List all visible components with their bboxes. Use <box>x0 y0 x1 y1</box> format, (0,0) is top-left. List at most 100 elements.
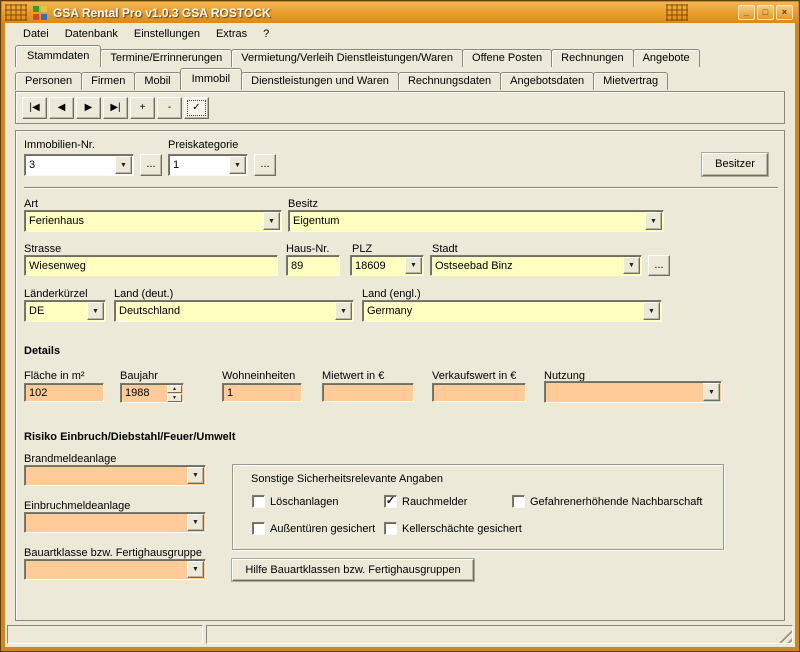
nav-insert-button[interactable]: + <box>130 97 155 119</box>
besitz-label: Besitz <box>288 198 318 210</box>
menu-datei[interactable]: Datei <box>15 25 57 43</box>
nav-prior-button[interactable]: ◀ <box>49 97 74 119</box>
separator-line <box>24 187 778 189</box>
tab-angebote[interactable]: Angebote <box>633 49 700 67</box>
einbruchmeldeanlage-combobox[interactable]: ▼ <box>24 512 206 533</box>
nutzung-combobox[interactable]: ▼ <box>544 381 722 403</box>
land-engl-label: Land (engl.) <box>362 288 421 300</box>
land-deut-combobox[interactable]: Deutschland ▼ <box>114 300 354 322</box>
app-icon[interactable] <box>32 5 48 21</box>
dropdown-arrow-icon[interactable]: ▼ <box>187 514 204 531</box>
dropdown-arrow-icon[interactable]: ▼ <box>115 156 132 174</box>
nav-delete-button[interactable]: - <box>157 97 182 119</box>
bauartklasse-combobox[interactable]: ▼ <box>24 559 206 580</box>
spin-down-icon[interactable]: ▼ <box>167 394 182 402</box>
dropdown-arrow-icon[interactable]: ▼ <box>335 302 352 320</box>
strasse-input[interactable] <box>24 255 278 276</box>
nav-last-button[interactable]: ▶| <box>103 97 128 119</box>
main-tab-bar: Stammdaten Termine/Errinnerungen Vermiet… <box>15 45 700 67</box>
land-engl-combobox[interactable]: Germany ▼ <box>362 300 662 322</box>
checkbox-gefahrenerhoehende-nachbarschaft[interactable]: Gefahrenerhöhende Nachbarschaft <box>512 495 702 508</box>
checkbox-aussentueren-gesichert[interactable]: Außentüren gesichert <box>252 522 375 535</box>
immobil-form: Immobilien-Nr. 3 ▼ ... Preiskategorie 1 … <box>15 130 785 621</box>
dropdown-arrow-icon[interactable]: ▼ <box>263 212 280 230</box>
tab-dienstleistungen[interactable]: Dienstleistungen und Waren <box>241 72 399 90</box>
strasse-label: Strasse <box>24 243 61 255</box>
flaeche-input[interactable] <box>24 383 104 402</box>
checkbox-kellerschaechte-gesichert[interactable]: Kellerschächte gesichert <box>384 522 522 535</box>
checkbox-box[interactable] <box>252 495 265 508</box>
menu-bar: Datei Datenbank Einstellungen Extras ? <box>5 23 795 44</box>
maximize-icon[interactable]: □ <box>757 5 774 20</box>
dropdown-arrow-icon[interactable]: ▼ <box>187 467 204 484</box>
baujahr-value: 1988 <box>121 384 166 402</box>
tab-personen[interactable]: Personen <box>15 72 82 90</box>
tab-rechnungsdaten[interactable]: Rechnungsdaten <box>398 72 501 90</box>
dropdown-arrow-icon[interactable]: ▼ <box>229 156 246 174</box>
checkbox-box[interactable] <box>384 522 397 535</box>
plz-combobox[interactable]: 18609 ▼ <box>350 255 424 276</box>
dropdown-arrow-icon[interactable]: ▼ <box>643 302 660 320</box>
checkbox-label: Rauchmelder <box>402 496 467 508</box>
preiskategorie-ellipsis-button[interactable]: ... <box>254 154 276 176</box>
title-bar[interactable]: GSA Rental Pro v1.0.3 GSA ROSTOCK _ □ × <box>2 2 798 23</box>
baujahr-spinner[interactable]: 1988 ▲ ▼ <box>120 383 184 403</box>
art-label: Art <box>24 198 38 210</box>
tab-stammdaten[interactable]: Stammdaten <box>15 45 101 67</box>
checkbox-rauchmelder[interactable]: ✓ Rauchmelder <box>384 495 467 508</box>
dropdown-arrow-icon[interactable]: ▼ <box>645 212 662 230</box>
stadt-ellipsis-button[interactable]: ... <box>648 255 670 276</box>
checkbox-box[interactable] <box>512 495 525 508</box>
tab-termine[interactable]: Termine/Errinnerungen <box>100 49 232 67</box>
preiskategorie-combobox[interactable]: 1 ▼ <box>168 154 248 176</box>
tab-immobil[interactable]: Immobil <box>180 68 243 90</box>
laenderkuerzel-value: DE <box>25 301 86 321</box>
minimize-icon[interactable]: _ <box>738 5 755 20</box>
menu-hilfe[interactable]: ? <box>255 25 277 43</box>
immobilien-nr-ellipsis-button[interactable]: ... <box>140 154 162 176</box>
dropdown-arrow-icon[interactable]: ▼ <box>187 561 204 578</box>
land-deut-value: Deutschland <box>115 301 334 321</box>
dropdown-arrow-icon[interactable]: ▼ <box>87 302 104 320</box>
hilfe-bauartklassen-button[interactable]: Hilfe Bauartklassen bzw. Fertighausgrupp… <box>232 559 474 581</box>
baujahr-spin-buttons: ▲ ▼ <box>167 385 182 401</box>
tab-angebotsdaten[interactable]: Angebotsdaten <box>500 72 594 90</box>
dropdown-arrow-icon[interactable]: ▼ <box>623 257 640 274</box>
mietwert-input[interactable] <box>322 383 414 402</box>
besitz-combobox[interactable]: Eigentum ▼ <box>288 210 664 232</box>
spin-up-icon[interactable]: ▲ <box>167 385 182 393</box>
immobilien-nr-combobox[interactable]: 3 ▼ <box>24 154 134 176</box>
dropdown-arrow-icon[interactable]: ▼ <box>405 257 422 274</box>
art-value: Ferienhaus <box>25 211 262 231</box>
art-combobox[interactable]: Ferienhaus ▼ <box>24 210 282 232</box>
menu-extras[interactable]: Extras <box>208 25 255 43</box>
tab-mobil[interactable]: Mobil <box>134 72 180 90</box>
menu-einstellungen[interactable]: Einstellungen <box>126 25 208 43</box>
wohneinheiten-input[interactable] <box>222 383 302 402</box>
brandmeldeanlage-combobox[interactable]: ▼ <box>24 465 206 486</box>
tab-rechnungen[interactable]: Rechnungen <box>551 49 633 67</box>
wohneinheiten-label: Wohneinheiten <box>222 370 295 382</box>
checkbox-loeschanlagen[interactable]: Löschanlagen <box>252 495 339 508</box>
close-icon[interactable]: × <box>776 5 793 20</box>
checkbox-box[interactable]: ✓ <box>384 495 397 508</box>
dropdown-arrow-icon[interactable]: ▼ <box>703 383 720 401</box>
tab-offene-posten[interactable]: Offene Posten <box>462 49 552 67</box>
menu-datenbank[interactable]: Datenbank <box>57 25 126 43</box>
tab-vermietung[interactable]: Vermietung/Verleih Dienstleistungen/Ware… <box>231 49 463 67</box>
tab-mietvertrag[interactable]: Mietvertrag <box>593 72 668 90</box>
titlebar-pattern-left <box>5 4 27 21</box>
besitzer-button[interactable]: Besitzer <box>702 153 768 176</box>
check-mark: ✓ <box>386 496 395 507</box>
verkaufswert-input[interactable] <box>432 383 526 402</box>
haus-nr-input[interactable] <box>286 255 340 276</box>
checkbox-box[interactable] <box>252 522 265 535</box>
nav-first-button[interactable]: |◀ <box>22 97 47 119</box>
nav-post-button[interactable]: ✓ <box>184 97 209 119</box>
laenderkuerzel-combobox[interactable]: DE ▼ <box>24 300 106 322</box>
tab-firmen[interactable]: Firmen <box>81 72 135 90</box>
land-engl-value: Germany <box>363 301 642 321</box>
stadt-combobox[interactable]: Ostseebad Binz ▼ <box>430 255 642 276</box>
flaeche-label: Fläche in m² <box>24 370 85 382</box>
nav-next-button[interactable]: ▶ <box>76 97 101 119</box>
